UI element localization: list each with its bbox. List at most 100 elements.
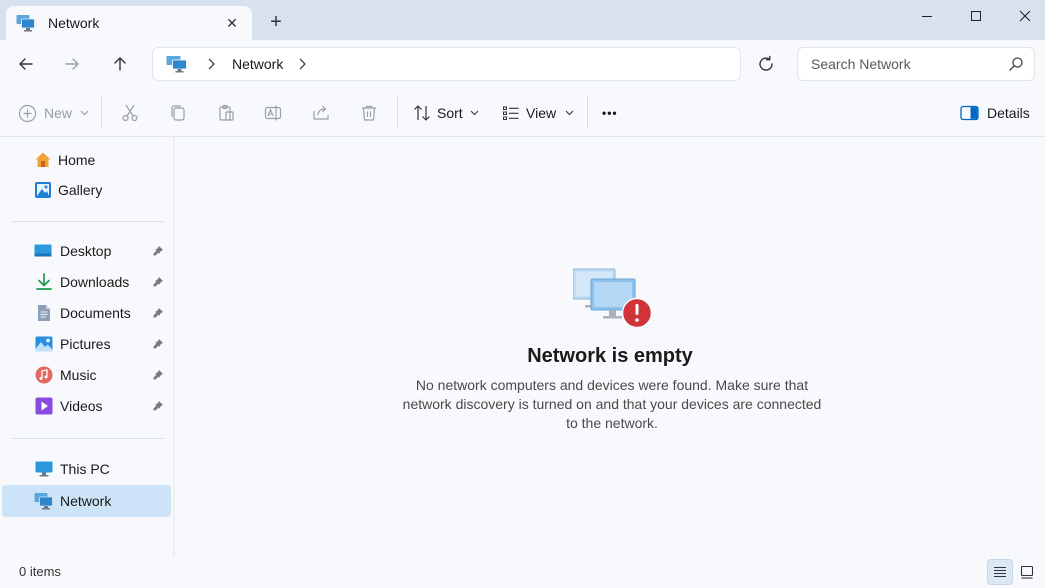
sort-icon — [414, 105, 430, 121]
refresh-icon — [759, 55, 773, 71]
sidebar-label: Downloads — [60, 274, 130, 290]
forward-button[interactable] — [56, 48, 88, 80]
clipboard-icon — [219, 104, 234, 121]
view-button[interactable]: View — [502, 99, 574, 127]
chevron-down-icon — [565, 110, 574, 116]
tab-title: Network — [48, 15, 100, 31]
active-tab[interactable]: Network ✕ — [6, 6, 252, 40]
sidebar-label: Desktop — [60, 243, 112, 259]
refresh-button[interactable] — [750, 48, 782, 80]
details-label: Details — [987, 105, 1030, 121]
cut-button[interactable] — [121, 99, 139, 127]
gallery-icon — [35, 182, 51, 198]
sidebar-item-gallery[interactable]: Gallery — [2, 174, 171, 206]
share-icon — [313, 105, 329, 120]
sidebar-item-desktop[interactable]: Desktop — [2, 235, 171, 267]
sort-button[interactable]: Sort — [413, 99, 479, 127]
sidebar-item-pictures[interactable]: Pictures — [2, 328, 171, 360]
home-icon — [35, 152, 51, 167]
list-view-icon — [503, 106, 519, 120]
sidebar-item-music[interactable]: Music — [2, 359, 171, 391]
toolbar-divider — [587, 96, 588, 128]
pin-icon[interactable] — [152, 338, 164, 350]
search-box[interactable] — [797, 47, 1035, 81]
pin-icon[interactable] — [152, 307, 164, 319]
view-label: View — [526, 105, 557, 121]
chevron-right-icon[interactable] — [202, 58, 220, 70]
title-bar: Network ✕ + — [0, 0, 1045, 40]
sidebar-label: Pictures — [60, 336, 111, 352]
search-input[interactable] — [811, 56, 1001, 72]
file-list-area[interactable]: Network is empty No network computers an… — [175, 137, 1045, 557]
sidebar-label: Music — [60, 367, 97, 383]
arrow-right-icon — [65, 58, 79, 70]
maximize-icon — [971, 11, 981, 21]
navigation-bar: Network — [0, 40, 1045, 88]
network-icon — [34, 493, 53, 510]
chevron-down-icon — [80, 110, 89, 116]
rename-icon — [264, 105, 282, 121]
sidebar-label: This PC — [60, 461, 110, 477]
item-count: 0 items — [19, 564, 61, 579]
sidebar-item-videos[interactable]: Videos — [2, 390, 171, 422]
minimize-button[interactable] — [902, 0, 952, 32]
back-button[interactable] — [10, 48, 42, 80]
chevron-down-icon — [470, 110, 479, 116]
details-button[interactable]: Details — [960, 99, 1030, 127]
sidebar-item-network[interactable]: Network — [2, 485, 171, 517]
empty-state-title: Network is empty — [527, 345, 693, 367]
navigation-pane: Home Gallery Desktop Downloads Documents… — [0, 137, 174, 557]
arrow-up-icon — [114, 57, 126, 71]
new-button[interactable]: New — [18, 99, 89, 127]
network-icon — [166, 56, 187, 73]
command-bar: New Sort View ••• Details — [0, 88, 1045, 137]
close-button[interactable] — [1000, 0, 1045, 32]
sidebar-label: Videos — [60, 398, 103, 414]
pin-icon[interactable] — [152, 245, 164, 257]
search-icon — [1009, 57, 1023, 71]
details-view-button[interactable] — [987, 559, 1013, 585]
this-pc-icon — [35, 461, 53, 477]
delete-button[interactable] — [360, 99, 378, 127]
details-pane-icon — [960, 105, 979, 121]
sidebar-label: Network — [60, 493, 112, 509]
pin-icon[interactable] — [152, 276, 164, 288]
tab-close-button[interactable]: ✕ — [222, 13, 242, 33]
plus-circle-icon — [18, 104, 37, 122]
sidebar-divider — [12, 438, 164, 439]
sidebar-item-documents[interactable]: Documents — [2, 297, 171, 329]
pin-icon[interactable] — [152, 369, 164, 381]
chevron-right-icon[interactable] — [293, 58, 311, 70]
empty-state-message: No network computers and devices were fo… — [402, 377, 822, 431]
up-button[interactable] — [104, 48, 136, 80]
paste-button[interactable] — [217, 99, 235, 127]
music-icon — [35, 366, 53, 384]
breadcrumb-network[interactable]: Network — [232, 56, 283, 72]
videos-icon — [35, 397, 53, 415]
new-tab-button[interactable]: + — [264, 10, 288, 34]
sidebar-item-downloads[interactable]: Downloads — [2, 266, 171, 298]
share-button[interactable] — [312, 99, 330, 127]
pin-icon[interactable] — [152, 400, 164, 412]
status-bar: 0 items — [0, 557, 1045, 588]
sidebar-label: Documents — [60, 305, 131, 321]
rename-button[interactable] — [264, 99, 282, 127]
sidebar-divider — [12, 221, 164, 222]
close-icon — [1019, 10, 1031, 22]
documents-icon — [38, 305, 50, 321]
sort-label: Sort — [437, 105, 463, 121]
downloads-icon — [36, 273, 52, 290]
toolbar-divider — [101, 96, 102, 128]
sidebar-item-home[interactable]: Home — [2, 144, 171, 176]
sidebar-label: Home — [58, 152, 96, 168]
tiles-view-button[interactable] — [1014, 559, 1040, 585]
address-bar[interactable]: Network — [152, 47, 741, 81]
network-icon — [16, 15, 35, 32]
toolbar-divider — [397, 96, 398, 128]
more-options-button[interactable]: ••• — [602, 99, 618, 127]
copy-button[interactable] — [169, 99, 187, 127]
sidebar-item-this-pc[interactable]: This PC — [2, 453, 171, 485]
maximize-button[interactable] — [951, 0, 1001, 32]
minimize-icon — [922, 16, 932, 17]
sidebar-label: Gallery — [58, 182, 103, 198]
